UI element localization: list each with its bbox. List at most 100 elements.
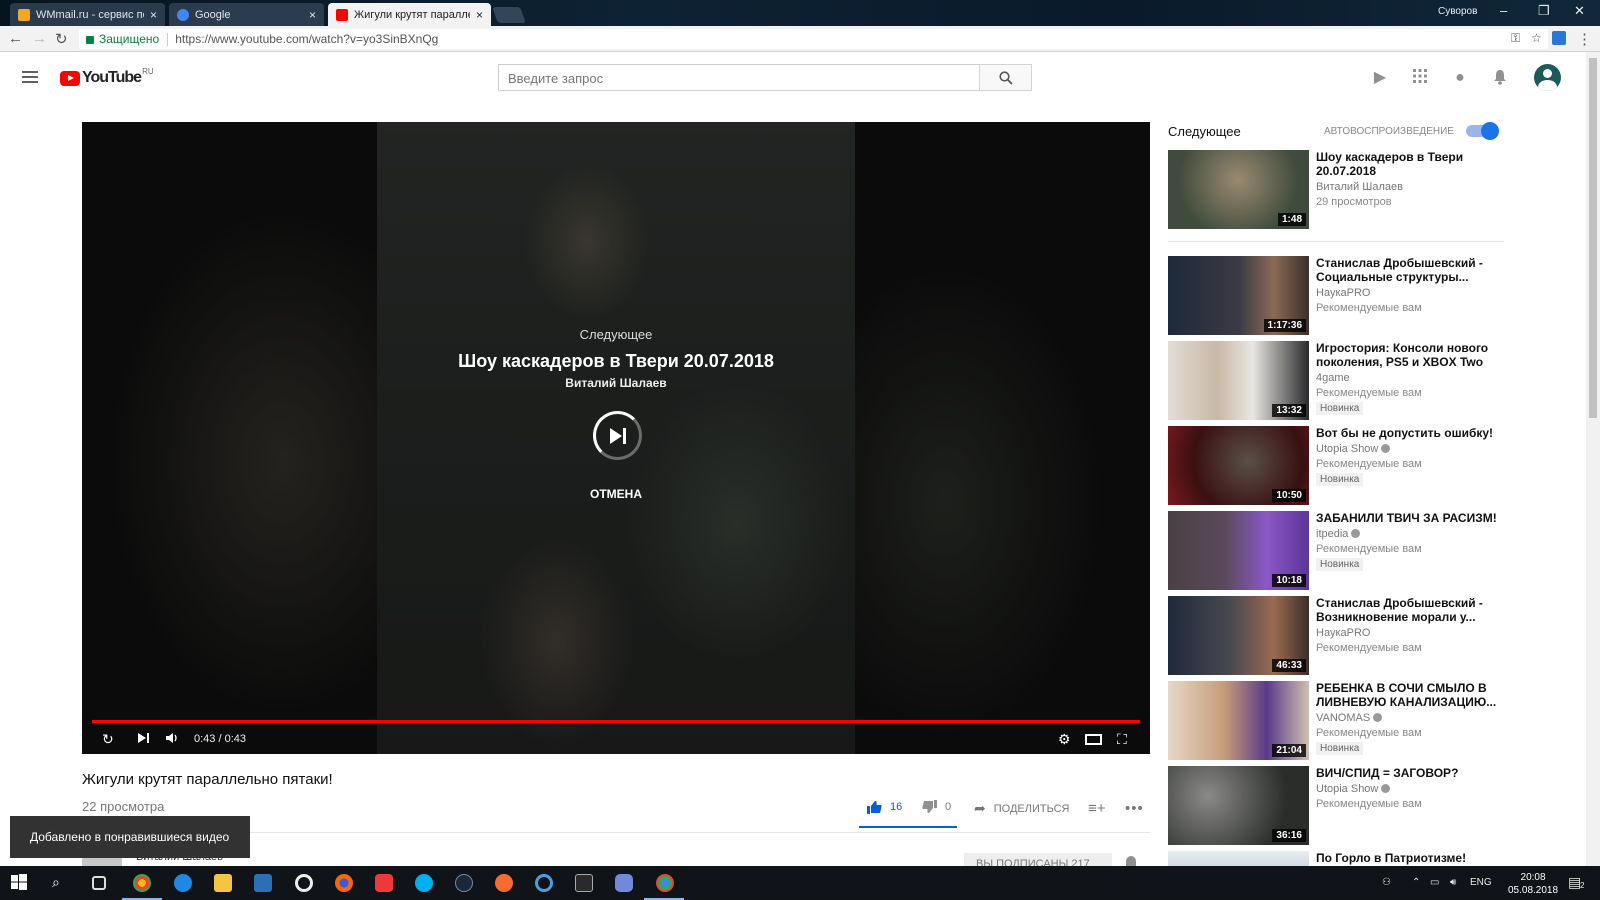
related-title[interactable]: ВИЧ/СПИД = ЗАГОВОР? — [1316, 766, 1506, 780]
scrollbar-thumb[interactable] — [1589, 58, 1597, 418]
volume-tray-icon[interactable]: 🔊︎ — [1450, 877, 1456, 888]
new-tab-button[interactable] — [492, 7, 526, 23]
apps-grid-icon[interactable] — [1411, 69, 1429, 87]
related-title[interactable]: Вот бы не допустить ошибку! — [1316, 426, 1506, 440]
discord-icon[interactable] — [615, 874, 633, 892]
reload-icon[interactable]: ↻ — [55, 30, 68, 48]
related-video-7[interactable]: 21:04 РЕБЕНКА В СОЧИ СМЫЛО В ЛИВНЕВУЮ КА… — [1168, 681, 1508, 761]
related-title[interactable]: Игростория: Консоли нового поколения, PS… — [1316, 341, 1506, 369]
add-to-playlist-icon[interactable]: ≡+ — [1088, 800, 1106, 817]
related-title[interactable]: По Горло в Патриотизме! — [1316, 851, 1506, 865]
share-button[interactable]: ➦ ПОДЕЛИТЬСЯ — [974, 800, 1069, 817]
back-arrow-icon[interactable]: ← — [8, 30, 23, 47]
minimize-icon[interactable]: – — [1500, 3, 1507, 18]
dislike-button[interactable]: 0 — [922, 800, 951, 814]
system-clock[interactable]: 20:08 05.08.2018 — [1508, 871, 1558, 897]
browser-menu-icon[interactable]: ⋮ — [1577, 30, 1592, 48]
video-thumbnail[interactable]: 46:33 — [1168, 596, 1309, 675]
video-thumbnail[interactable]: 36:16 — [1168, 766, 1309, 845]
play-next-button[interactable] — [593, 411, 642, 460]
close-tab-icon[interactable]: × — [476, 8, 483, 22]
notifications-bell-icon[interactable] — [1491, 69, 1509, 87]
related-video-2[interactable]: 1:17:36 Станислав Дробышевский - Социаль… — [1168, 256, 1508, 336]
related-title[interactable]: Станислав Дробышевский - Возникновение м… — [1316, 596, 1506, 624]
key-icon[interactable]: ⚿ — [1511, 31, 1520, 46]
uplay-icon[interactable] — [535, 874, 553, 892]
like-button[interactable]: 16 — [867, 800, 902, 814]
language-indicator[interactable]: ENG — [1470, 877, 1492, 888]
account-avatar[interactable] — [1534, 64, 1561, 91]
menu-icon[interactable] — [22, 71, 38, 86]
related-video-4[interactable]: 10:50 Вот бы не допустить ошибку! Utopia… — [1168, 426, 1508, 506]
extension-icon[interactable] — [1552, 31, 1566, 45]
related-title[interactable]: ЗАБАНИЛИ ТВИЧ ЗА РАСИЗМ! — [1316, 511, 1506, 525]
related-video-1[interactable]: 1:48 Шоу каскадеров в Твери 20.07.2018 В… — [1168, 150, 1508, 230]
origin-icon[interactable] — [495, 874, 513, 892]
circle-app-icon[interactable] — [295, 874, 313, 892]
profile-name[interactable]: Суворов — [1438, 6, 1477, 17]
related-title[interactable]: РЕБЕНКА В СОЧИ СМЫЛО В ЛИВНЕВУЮ КАНАЛИЗА… — [1316, 681, 1506, 709]
firefox-icon[interactable] — [335, 874, 353, 892]
page-scrollbar[interactable] — [1586, 52, 1600, 866]
youtube-logo[interactable]: YouTube RU — [60, 67, 154, 87]
tab-google[interactable]: Google × — [169, 3, 324, 26]
autoplay-toggle[interactable] — [1466, 122, 1499, 140]
related-video-5[interactable]: 10:18 ЗАБАНИЛИ ТВИЧ ЗА РАСИЗМ! itpedia Р… — [1168, 511, 1508, 591]
steam-icon[interactable] — [455, 874, 473, 892]
video-thumbnail[interactable]: 10:50 — [1168, 426, 1309, 505]
cancel-autoplay-button[interactable]: ОТМЕНА — [82, 487, 1150, 501]
file-explorer-icon[interactable] — [214, 874, 232, 892]
close-tab-icon[interactable]: × — [150, 8, 157, 22]
terminal-icon[interactable] — [575, 874, 593, 892]
next-video-icon[interactable] — [137, 731, 150, 747]
bookmark-star-icon[interactable]: ☆ — [1531, 31, 1542, 45]
network-icon[interactable]: ▭ — [1430, 877, 1439, 888]
skype-icon[interactable] — [415, 874, 433, 892]
video-thumbnail[interactable] — [1168, 851, 1309, 866]
restore-icon[interactable]: ❐ — [1538, 3, 1550, 19]
url-text[interactable]: https://www.youtube.com/watch?v=yo3SinBX… — [175, 32, 438, 46]
related-video-9[interactable]: По Горло в Патриотизме! — [1168, 851, 1508, 866]
video-thumbnail[interactable]: 13:32 — [1168, 341, 1309, 420]
chrome-profile-icon[interactable] — [656, 874, 674, 892]
video-thumbnail[interactable]: 1:17:36 — [1168, 256, 1309, 335]
edge-icon[interactable] — [174, 874, 192, 892]
messages-icon[interactable]: ● — [1451, 69, 1469, 87]
channel-bell-icon[interactable] — [1126, 856, 1136, 866]
close-tab-icon[interactable]: × — [309, 8, 316, 22]
subscribed-button[interactable]: ВЫ ПОДПИСАНЫ 217 — [964, 853, 1112, 867]
theater-mode-icon[interactable] — [1085, 734, 1102, 745]
fullscreen-icon[interactable]: ⛶ — [1117, 731, 1127, 748]
search-button[interactable] — [979, 64, 1032, 91]
tab-wmmail[interactable]: WMmail.ru - сервис почт × — [10, 3, 165, 26]
related-video-3[interactable]: 13:32 Игростория: Консоли нового поколен… — [1168, 341, 1508, 421]
search-input[interactable]: Введите запрос — [498, 64, 979, 91]
forward-arrow-icon[interactable]: → — [32, 30, 47, 47]
related-video-8[interactable]: 36:16 ВИЧ/СПИД = ЗАГОВОР? Utopia Show Ре… — [1168, 766, 1508, 846]
tab-youtube[interactable]: Жигули крутят паралле × — [328, 3, 491, 26]
windows-defender-icon[interactable] — [254, 874, 272, 892]
search-icon[interactable]: ⌕ — [52, 874, 70, 892]
settings-gear-icon[interactable]: ⚙ — [1058, 731, 1071, 748]
more-actions-icon[interactable]: ••• — [1125, 800, 1144, 817]
video-thumbnail[interactable]: 21:04 — [1168, 681, 1309, 760]
windows-start-icon[interactable] — [11, 874, 29, 892]
create-video-icon[interactable]: ▶ — [1371, 69, 1389, 87]
up-next-title[interactable]: Шоу каскадеров в Твери 20.07.2018 — [82, 351, 1150, 372]
vivaldi-icon[interactable] — [375, 874, 393, 892]
tray-chevron-icon[interactable]: ⌃ — [1412, 877, 1420, 888]
chrome-icon[interactable] — [133, 874, 151, 892]
task-view-icon[interactable] — [92, 876, 106, 890]
related-title[interactable]: Станислав Дробышевский - Социальные стру… — [1316, 256, 1506, 284]
address-bar[interactable]: Защищено https://www.youtube.com/watch?v… — [79, 29, 1548, 49]
volume-icon[interactable] — [165, 731, 179, 747]
close-window-icon[interactable]: ✕ — [1574, 3, 1585, 19]
video-thumbnail[interactable]: 1:48 — [1168, 150, 1309, 229]
replay-icon[interactable]: ↻ — [102, 731, 114, 748]
people-icon[interactable]: ⚇ — [1382, 877, 1391, 888]
video-player[interactable]: Следующее Шоу каскадеров в Твери 20.07.2… — [82, 122, 1150, 754]
related-title[interactable]: Шоу каскадеров в Твери 20.07.2018 — [1316, 150, 1506, 178]
related-video-6[interactable]: 46:33 Станислав Дробышевский - Возникнов… — [1168, 596, 1508, 676]
video-thumbnail[interactable]: 10:18 — [1168, 511, 1309, 590]
progress-bar[interactable] — [92, 720, 1140, 723]
